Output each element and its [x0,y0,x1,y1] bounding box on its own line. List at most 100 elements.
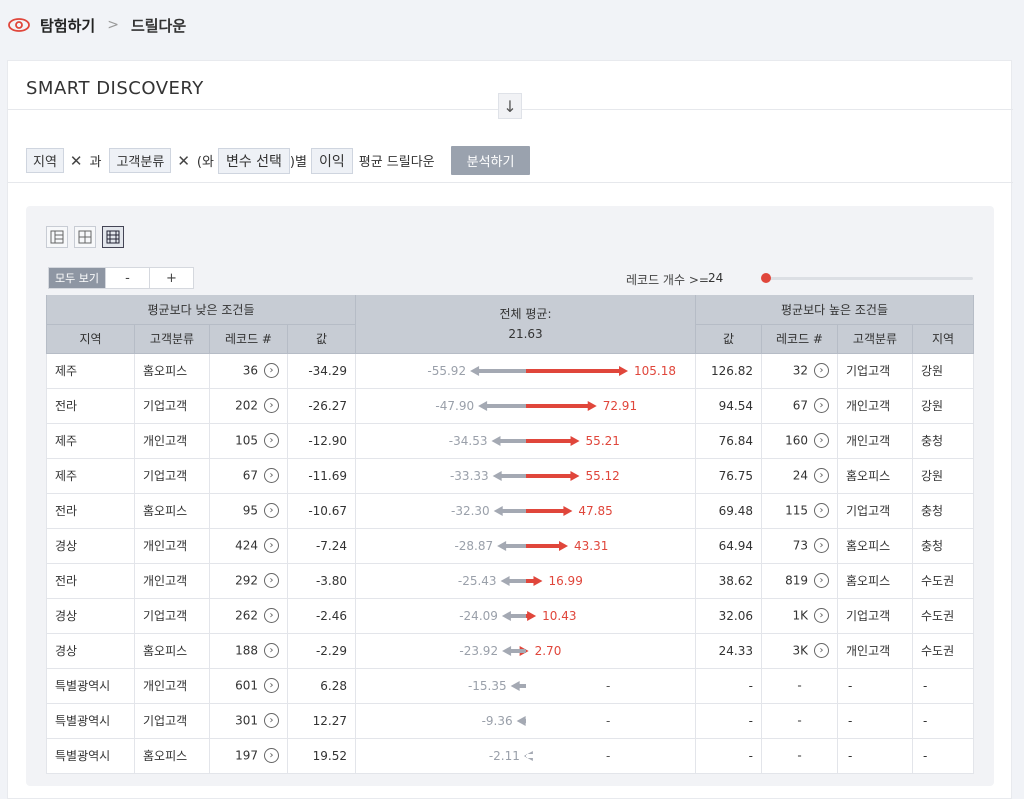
drill-arrow-icon[interactable]: › [264,468,279,483]
table-row[interactable]: 경상 기업고객 262 › -2.46 -24.09 10.43 32.06 1K › 기업고객 수도… [46,598,974,634]
page-title: SMART DISCOVERY [26,78,204,99]
table-row[interactable]: 전라 개인고객 292 › -3.80 -25.43 16.99 38.62 819 › 홈오피스 수… [46,563,974,599]
low-range-label: -32.30 [451,504,490,518]
table-row[interactable]: 제주 기업고객 67 › -11.69 -33.33 55.12 76.75 24 › 홈오피스 강원 [46,458,974,494]
drill-arrow-icon[interactable]: › [264,608,279,623]
high-range-arrow [526,435,580,446]
col-header-records[interactable]: 레코드 # [761,324,838,354]
col-header-region[interactable]: 지역 [46,324,135,354]
col-header-value[interactable]: 값 [695,324,762,354]
drilldown-card: 모두 보기 - + 레코드 개수 >= 24 평균보다 낮은 조건들 전체 평균… [26,206,994,786]
high-range-label: 16.99 [548,574,582,588]
col-header-value[interactable]: 값 [287,324,356,354]
metric-chip[interactable]: 이익 [310,147,353,174]
low-records-cell: 292 › [209,563,288,599]
low-region-cell: 경상 [46,528,135,564]
drill-arrow-icon[interactable]: › [264,748,279,763]
range-bar-cell: -34.53 55.21 [355,423,696,459]
low-records-cell: 105 › [209,423,288,459]
high-value-cell: 38.62 [695,563,762,599]
drill-arrow-icon[interactable]: › [264,398,279,413]
drill-arrow-icon[interactable]: › [814,398,829,413]
drill-arrow-icon[interactable]: › [264,573,279,588]
table-row[interactable]: 특별광역시 개인고객 601 › 6.28 -15.35- - - - - [46,668,974,704]
record-count: 197 [235,748,258,763]
high-segment-cell: 기업고객 [837,493,913,529]
table-row[interactable]: 경상 개인고객 424 › -7.24 -28.87 43.31 64.94 73 › 홈오피스 충청 [46,528,974,564]
high-region-cell: 충청 [912,528,974,564]
high-value-cell: 64.94 [695,528,762,564]
drill-arrow-icon[interactable]: › [814,363,829,378]
col-header-segment[interactable]: 고객분류 [134,324,210,354]
remove-segment-icon[interactable]: ✕ [177,152,190,170]
show-all-button[interactable]: 모두 보기 [49,268,105,288]
zoom-in-button[interactable]: + [148,268,193,288]
low-segment-cell: 홈오피스 [134,353,210,389]
record-count: 95 [242,503,258,518]
range-bar-cell: -25.43 16.99 [355,563,696,599]
range-bar-cell: -47.90 72.91 [355,388,696,424]
table-row[interactable]: 전라 홈오피스 95 › -10.67 -32.30 47.85 69.48 115 › 기업고객 충… [46,493,974,529]
col-header-records[interactable]: 레코드 # [209,324,288,354]
high-region-cell: 강원 [912,353,974,389]
high-range-label: 72.91 [603,399,637,413]
drill-arrow-icon[interactable]: › [264,363,279,378]
high-range-label: 10.43 [542,609,576,623]
low-value-cell: -26.27 [287,388,356,424]
table-row[interactable]: 제주 개인고객 105 › -12.90 -34.53 55.21 76.84 160 › 개인고객… [46,423,974,459]
drill-arrow-icon[interactable]: › [814,573,829,588]
drill-arrow-icon[interactable]: › [264,713,279,728]
record-count: - [797,748,802,763]
drill-arrow-icon[interactable]: › [814,643,829,658]
layout-split-icon[interactable] [74,226,96,248]
drill-arrow-icon[interactable]: › [814,503,829,518]
low-range-arrow [478,400,526,411]
low-records-cell: 262 › [209,598,288,634]
col-header-segment[interactable]: 고객분류 [837,324,913,354]
layout-center-icon[interactable] [102,226,124,248]
view-mode-toolbar [46,226,124,248]
high-value-cell: - [695,668,762,704]
drill-arrow-icon[interactable]: › [264,538,279,553]
table-row[interactable]: 특별광역시 기업고객 301 › 12.27 -9.36- - - - - [46,703,974,739]
low-records-cell: 188 › [209,633,288,669]
high-value-cell: 32.06 [695,598,762,634]
layout-left-icon[interactable] [46,226,68,248]
breadcrumb-root[interactable]: 탐험하기 [40,15,95,36]
conj-text: 과 [89,155,102,170]
record-slider-handle[interactable] [761,273,771,283]
range-bar: -24.09 10.43 [459,609,576,623]
remove-region-icon[interactable]: ✕ [70,152,83,170]
high-group-header: 평균보다 높은 조건들 [695,295,974,325]
low-segment-cell: 홈오피스 [134,633,210,669]
col-header-region[interactable]: 지역 [912,324,974,354]
var-chip-segment[interactable]: 고객분류 [109,148,172,173]
zoom-out-button[interactable]: - [104,268,149,288]
var-chip-region[interactable]: 지역 [26,148,64,173]
high-segment-cell: 개인고객 [837,633,913,669]
record-count: 188 [235,643,258,658]
low-region-cell: 경상 [46,633,135,669]
high-value-cell: 69.48 [695,493,762,529]
high-records-cell: 160 › [761,423,838,459]
arrow-down-icon[interactable]: ↓ [498,93,522,119]
drill-arrow-icon[interactable]: › [814,608,829,623]
high-segment-cell: 홈오피스 [837,528,913,564]
drill-arrow-icon[interactable]: › [264,503,279,518]
high-region-cell: 수도권 [912,563,974,599]
drill-arrow-icon[interactable]: › [814,433,829,448]
table-row[interactable]: 특별광역시 홈오피스 197 › 19.52 -2.11- - - - - [46,738,974,774]
select-variable-button[interactable]: 변수 선택 [217,147,290,174]
drill-arrow-icon[interactable]: › [814,538,829,553]
record-slider-track[interactable] [763,277,973,280]
low-segment-cell: 기업고객 [134,388,210,424]
drill-arrow-icon[interactable]: › [264,678,279,693]
record-count: 202 [235,398,258,413]
drill-arrow-icon[interactable]: › [814,468,829,483]
table-row[interactable]: 경상 홈오피스 188 › -2.29 -23.92 2.70 24.33 3K › 개인고객 수도권 [46,633,974,669]
table-row[interactable]: 제주 홈오피스 36 › -34.29 -55.92 105.18 126.82 32 › 기업고객… [46,353,974,389]
drill-arrow-icon[interactable]: › [264,643,279,658]
table-row[interactable]: 전라 기업고객 202 › -26.27 -47.90 72.91 94.54 67 › 개인고객 강… [46,388,974,424]
analyze-button[interactable]: 분석하기 [450,146,531,175]
drill-arrow-icon[interactable]: › [264,433,279,448]
